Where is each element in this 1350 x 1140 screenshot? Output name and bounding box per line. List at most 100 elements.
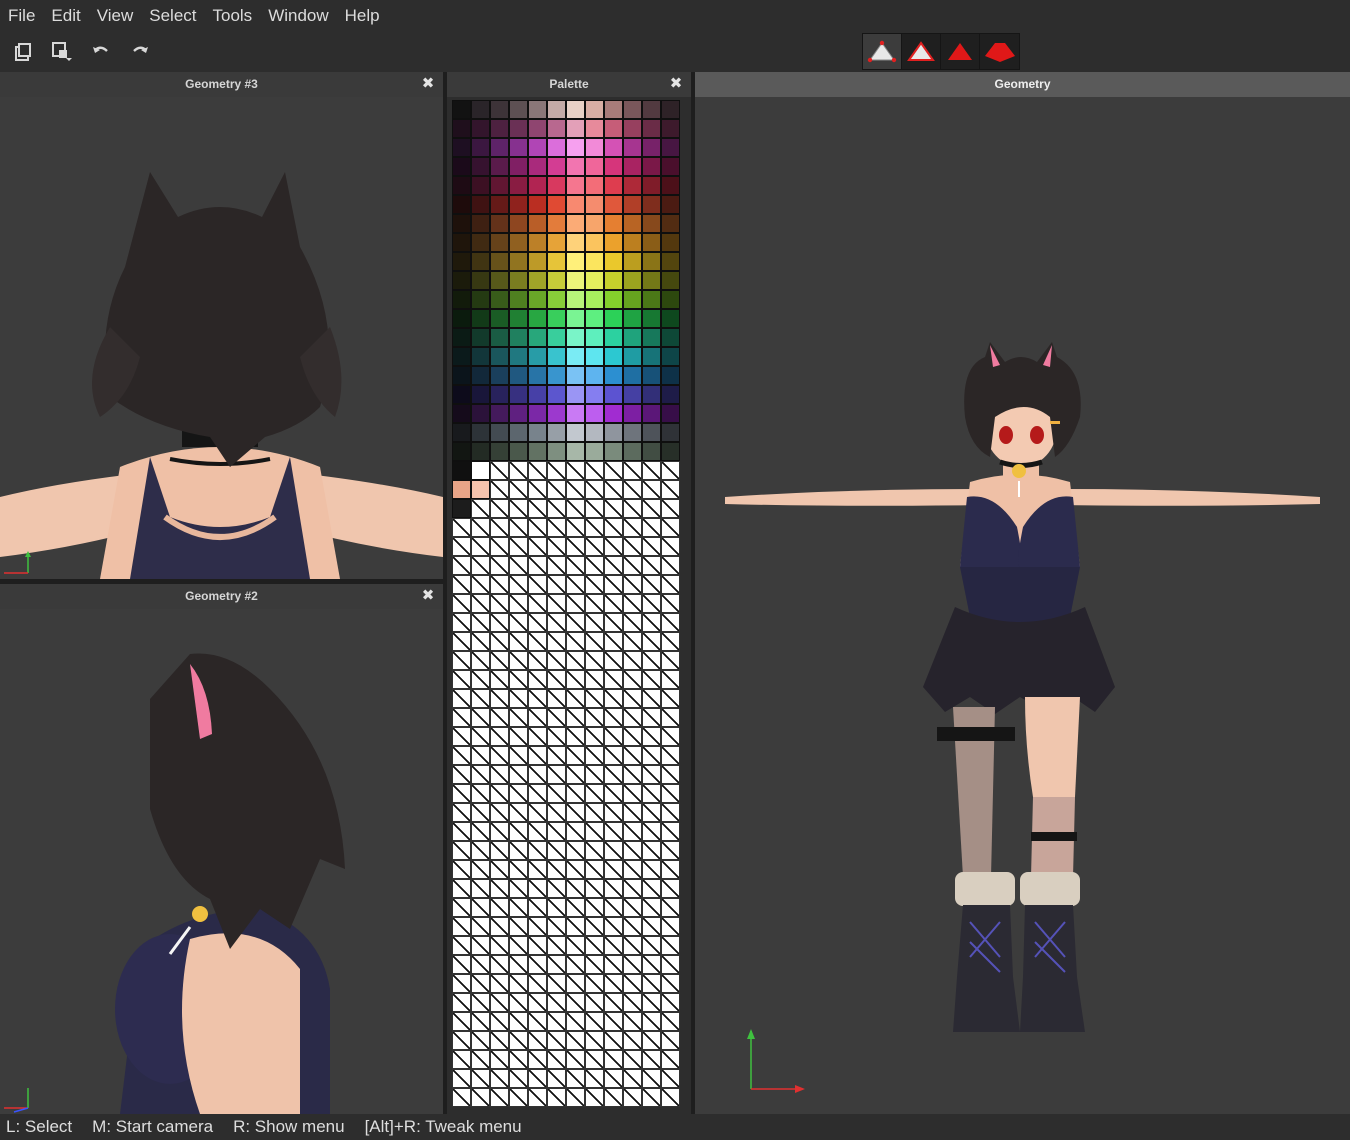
palette-empty-slot[interactable] — [566, 917, 585, 936]
palette-empty-slot[interactable] — [661, 784, 680, 803]
palette-empty-slot[interactable] — [490, 879, 509, 898]
close-icon[interactable]: ✖ — [419, 586, 437, 606]
palette-swatch[interactable] — [528, 214, 547, 233]
palette-empty-slot[interactable] — [528, 765, 547, 784]
palette-empty-slot[interactable] — [661, 765, 680, 784]
palette-empty-slot[interactable] — [490, 518, 509, 537]
palette-empty-slot[interactable] — [547, 784, 566, 803]
palette-empty-slot[interactable] — [452, 1088, 471, 1107]
palette-empty-slot[interactable] — [566, 708, 585, 727]
palette-empty-slot[interactable] — [661, 1069, 680, 1088]
palette-empty-slot[interactable] — [566, 822, 585, 841]
palette-empty-slot[interactable] — [604, 860, 623, 879]
palette-empty-slot[interactable] — [547, 879, 566, 898]
palette-empty-slot[interactable] — [528, 803, 547, 822]
palette-empty-slot[interactable] — [661, 461, 680, 480]
palette-empty-slot[interactable] — [661, 860, 680, 879]
palette-swatch[interactable] — [471, 423, 490, 442]
palette-empty-slot[interactable] — [623, 936, 642, 955]
palette-swatch[interactable] — [490, 366, 509, 385]
palette-empty-slot[interactable] — [585, 708, 604, 727]
palette-empty-slot[interactable] — [604, 1069, 623, 1088]
palette-swatch[interactable] — [509, 252, 528, 271]
palette-empty-slot[interactable] — [585, 898, 604, 917]
palette-empty-slot[interactable] — [528, 556, 547, 575]
palette-empty-slot[interactable] — [642, 898, 661, 917]
palette-empty-slot[interactable] — [642, 917, 661, 936]
palette-empty-slot[interactable] — [509, 670, 528, 689]
palette-swatch[interactable] — [509, 385, 528, 404]
palette-swatch[interactable] — [509, 404, 528, 423]
palette-swatch[interactable] — [604, 195, 623, 214]
palette-swatch[interactable] — [566, 385, 585, 404]
palette-swatch[interactable] — [661, 233, 680, 252]
palette-swatch[interactable] — [642, 290, 661, 309]
palette-empty-slot[interactable] — [471, 993, 490, 1012]
palette-empty-slot[interactable] — [642, 993, 661, 1012]
palette-swatch[interactable] — [452, 309, 471, 328]
palette-swatch[interactable] — [528, 100, 547, 119]
palette-empty-slot[interactable] — [566, 1088, 585, 1107]
palette-swatch[interactable] — [490, 233, 509, 252]
palette-swatch[interactable] — [642, 347, 661, 366]
palette-empty-slot[interactable] — [623, 1012, 642, 1031]
palette-empty-slot[interactable] — [528, 993, 547, 1012]
palette-empty-slot[interactable] — [490, 860, 509, 879]
palette-swatch[interactable] — [623, 385, 642, 404]
palette-empty-slot[interactable] — [642, 575, 661, 594]
palette-empty-slot[interactable] — [604, 575, 623, 594]
palette-swatch[interactable] — [566, 328, 585, 347]
palette-empty-slot[interactable] — [547, 461, 566, 480]
palette-empty-slot[interactable] — [623, 613, 642, 632]
palette-swatch[interactable] — [566, 100, 585, 119]
palette-empty-slot[interactable] — [528, 955, 547, 974]
palette-swatch[interactable] — [547, 328, 566, 347]
palette-swatch[interactable] — [452, 252, 471, 271]
palette-empty-slot[interactable] — [585, 1012, 604, 1031]
palette-swatch[interactable] — [528, 423, 547, 442]
palette-empty-slot[interactable] — [509, 898, 528, 917]
palette-swatch[interactable] — [623, 404, 642, 423]
palette-empty-slot[interactable] — [604, 746, 623, 765]
redo-icon[interactable] — [126, 38, 154, 66]
palette-empty-slot[interactable] — [661, 1012, 680, 1031]
palette-empty-slot[interactable] — [547, 1031, 566, 1050]
palette-empty-slot[interactable] — [585, 860, 604, 879]
palette-swatch[interactable] — [623, 423, 642, 442]
palette-swatch[interactable] — [528, 252, 547, 271]
palette-empty-slot[interactable] — [566, 841, 585, 860]
palette-empty-slot[interactable] — [490, 651, 509, 670]
palette-empty-slot[interactable] — [585, 841, 604, 860]
palette-swatch[interactable] — [452, 119, 471, 138]
palette-empty-slot[interactable] — [642, 803, 661, 822]
palette-swatch[interactable] — [509, 290, 528, 309]
palette-swatch[interactable] — [642, 138, 661, 157]
palette-empty-slot[interactable] — [471, 537, 490, 556]
menu-select[interactable]: Select — [141, 0, 204, 31]
palette-empty-slot[interactable] — [509, 1088, 528, 1107]
palette-empty-slot[interactable] — [547, 480, 566, 499]
palette-empty-slot[interactable] — [566, 993, 585, 1012]
palette-swatch[interactable] — [528, 119, 547, 138]
palette-swatch[interactable] — [623, 309, 642, 328]
palette-empty-slot[interactable] — [661, 993, 680, 1012]
palette-empty-slot[interactable] — [642, 974, 661, 993]
palette-empty-slot[interactable] — [642, 879, 661, 898]
palette-swatch[interactable] — [585, 252, 604, 271]
palette-swatch[interactable] — [604, 309, 623, 328]
palette-swatch[interactable] — [490, 100, 509, 119]
palette-empty-slot[interactable] — [547, 936, 566, 955]
palette-empty-slot[interactable] — [528, 898, 547, 917]
palette-empty-slot[interactable] — [509, 461, 528, 480]
palette-empty-slot[interactable] — [528, 822, 547, 841]
palette-empty-slot[interactable] — [623, 822, 642, 841]
palette-swatch[interactable] — [471, 176, 490, 195]
palette-swatch[interactable] — [661, 138, 680, 157]
palette-swatch[interactable] — [528, 176, 547, 195]
palette-swatch[interactable] — [623, 442, 642, 461]
palette-empty-slot[interactable] — [547, 594, 566, 613]
palette-empty-slot[interactable] — [604, 841, 623, 860]
palette-empty-slot[interactable] — [452, 822, 471, 841]
menu-file[interactable]: File — [0, 0, 43, 31]
palette-empty-slot[interactable] — [623, 898, 642, 917]
